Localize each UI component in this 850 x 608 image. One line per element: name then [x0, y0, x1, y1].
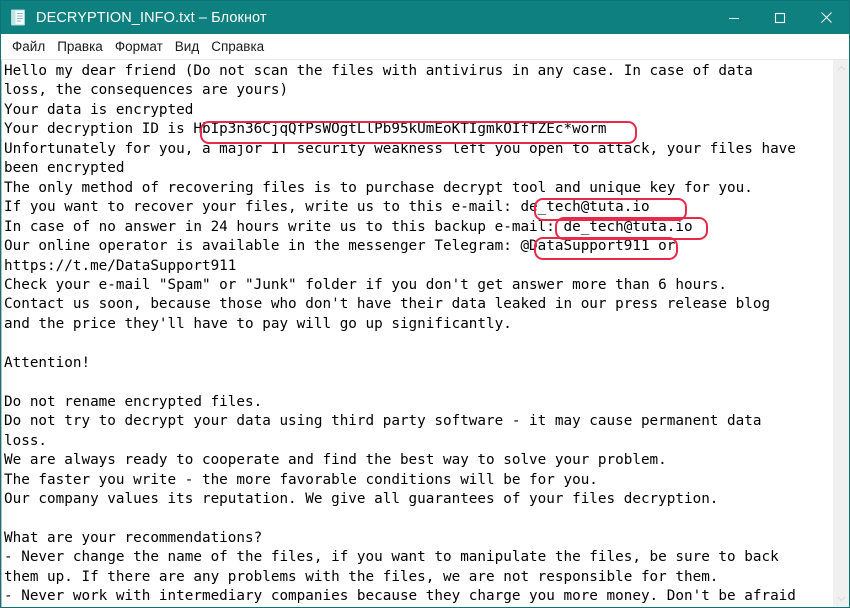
- scroll-up-button[interactable]: [833, 60, 849, 77]
- menu-item-file[interactable]: Файл: [6, 37, 51, 57]
- minimize-icon: [729, 17, 739, 19]
- close-button[interactable]: [803, 1, 849, 34]
- title-bar[interactable]: DECRYPTION_INFO.txt – Блокнот: [1, 1, 849, 34]
- menu-item-help[interactable]: Справка: [205, 37, 270, 57]
- close-icon: [820, 12, 832, 23]
- chevron-up-icon: [837, 65, 845, 71]
- scrollbar-track[interactable]: [833, 77, 849, 590]
- minimize-button[interactable]: [711, 1, 757, 34]
- menu-item-view[interactable]: Вид: [169, 37, 205, 57]
- maximize-button[interactable]: [757, 1, 803, 34]
- notepad-icon: [10, 9, 27, 26]
- menu-item-edit[interactable]: Правка: [51, 37, 109, 57]
- maximize-icon: [774, 12, 786, 23]
- scroll-down-button[interactable]: [833, 590, 849, 607]
- editor-body: Hello my dear friend (Do not scan the fi…: [1, 60, 849, 607]
- vertical-scrollbar[interactable]: [832, 60, 849, 607]
- menu-bar: Файл Правка Формат Вид Справка: [1, 34, 849, 60]
- menu-item-format[interactable]: Формат: [109, 37, 169, 57]
- window-controls: [711, 1, 849, 34]
- notepad-window: DECRYPTION_INFO.txt – Блокнот Файл Правк…: [0, 0, 850, 608]
- text-editor-area[interactable]: Hello my dear friend (Do not scan the fi…: [1, 60, 832, 607]
- window-title: DECRYPTION_INFO.txt – Блокнот: [36, 9, 267, 26]
- document-text[interactable]: Hello my dear friend (Do not scan the fi…: [4, 62, 832, 607]
- chevron-down-icon: [837, 596, 845, 602]
